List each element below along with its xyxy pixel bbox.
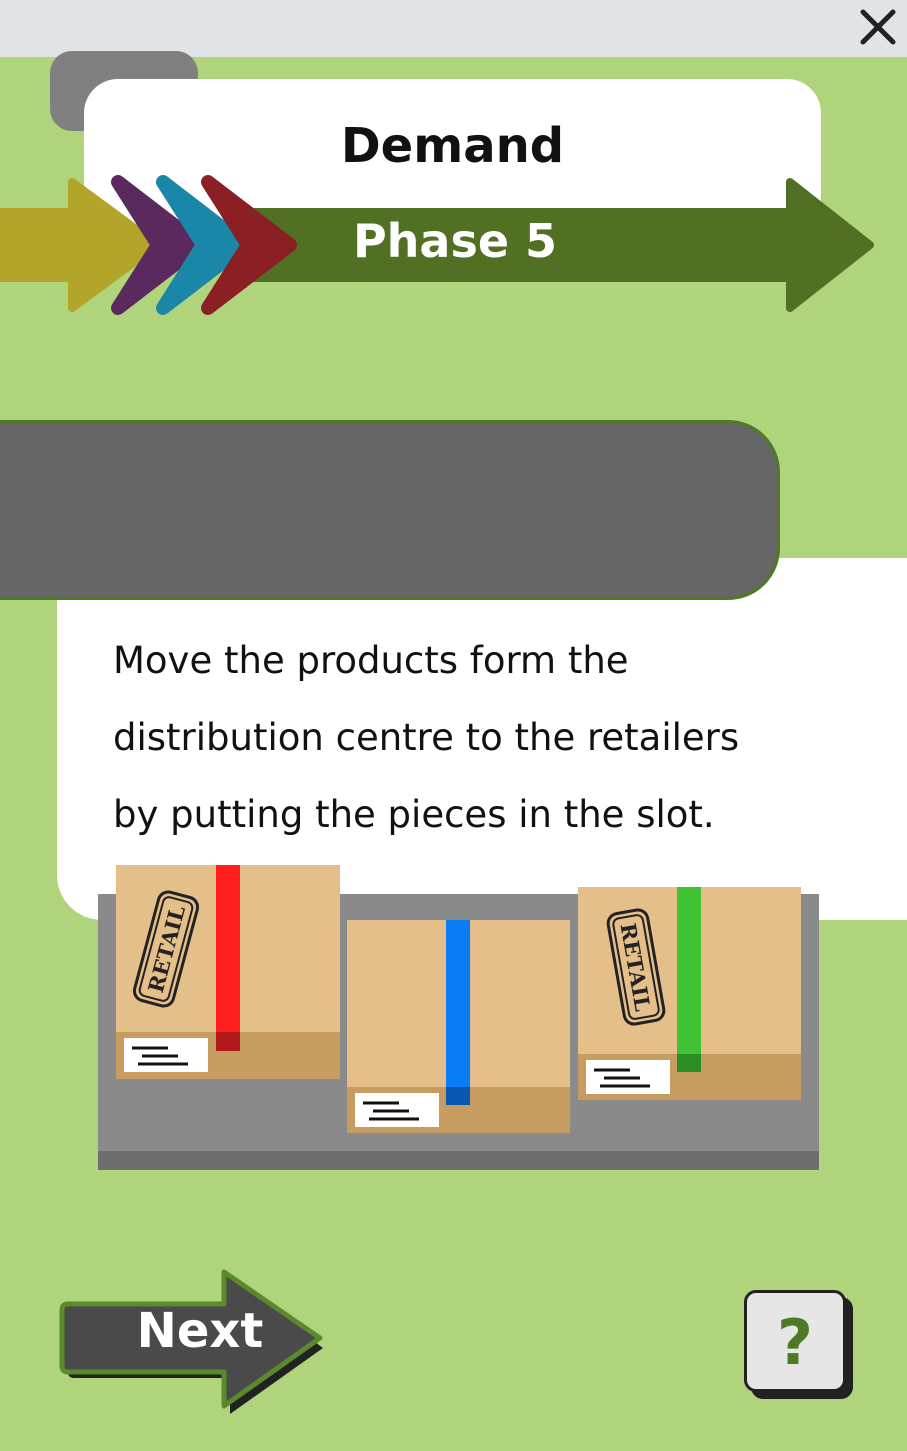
help-button[interactable]: ? bbox=[744, 1290, 846, 1392]
page-title: Demand bbox=[340, 118, 565, 174]
instruction-line: Move the products form the bbox=[113, 639, 629, 682]
instruction-line: distribution centre to the retailers bbox=[113, 716, 740, 759]
box-tape bbox=[446, 920, 470, 1105]
instruction-text: Move the products form the distribution … bbox=[113, 622, 813, 853]
instruction-line: by putting the pieces in the slot. bbox=[113, 793, 715, 836]
next-button[interactable] bbox=[58, 1266, 338, 1414]
box-tape bbox=[216, 865, 240, 1051]
slot-tray-edge bbox=[98, 1151, 819, 1170]
help-icon: ? bbox=[777, 1306, 813, 1379]
close-icon[interactable] bbox=[857, 6, 899, 48]
phase-label: Phase 5 bbox=[352, 214, 558, 268]
top-bar bbox=[0, 0, 907, 57]
product-box-retail-red[interactable]: RETAIL bbox=[116, 865, 340, 1079]
instruction-header-bar bbox=[0, 420, 780, 600]
product-box-retail-green[interactable]: RETAIL bbox=[578, 887, 801, 1100]
box-tape bbox=[677, 887, 701, 1072]
product-box-blue[interactable] bbox=[347, 920, 570, 1133]
